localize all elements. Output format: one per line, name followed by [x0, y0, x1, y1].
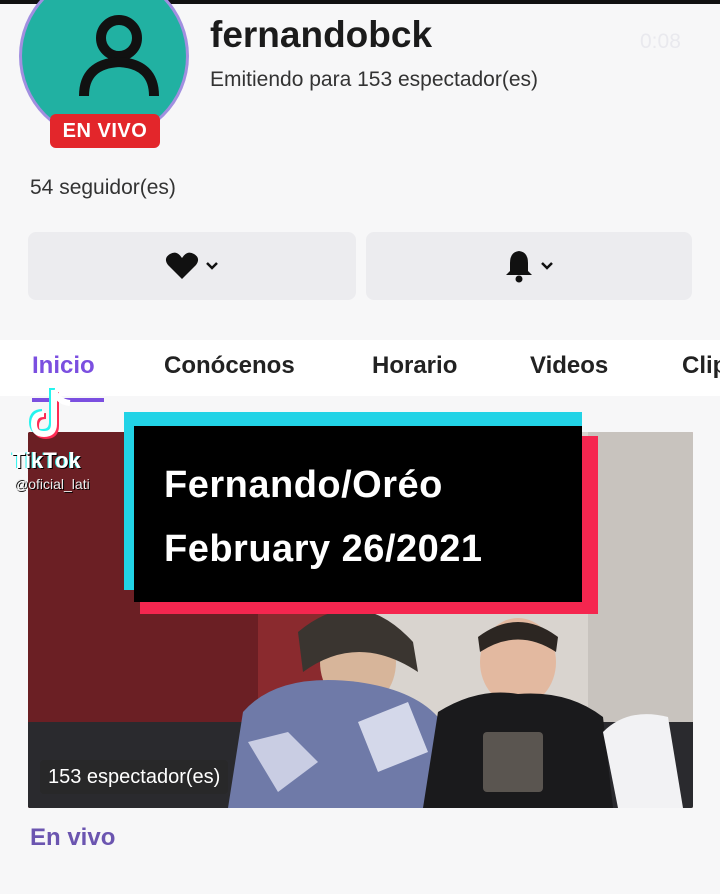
video-viewer-count: 153 espectador(es) [40, 760, 229, 794]
tab-horario[interactable]: Horario [372, 352, 457, 380]
tab-videos[interactable]: Videos [530, 352, 608, 380]
channel-tabs: Inicio Conócenos Horario Videos Clip [0, 340, 720, 402]
tiktok-logo-icon [28, 388, 71, 440]
follow-button[interactable] [28, 232, 356, 300]
live-section-label: En vivo [30, 824, 116, 851]
live-badge: EN VIVO [50, 114, 160, 148]
follower-count: 54 seguidor(es) [30, 176, 176, 199]
video-timer: 0:08 [640, 30, 681, 53]
streaming-viewers-text: Emitiendo para 153 espectador(es) [210, 68, 539, 91]
channel-username[interactable]: fernandobck [210, 14, 432, 56]
caption-line-1: Fernando/Oréo [164, 464, 443, 506]
chevron-down-icon [206, 262, 218, 270]
tiktok-watermark-text: TikTok [12, 448, 81, 473]
chevron-down-icon [541, 262, 553, 270]
heart-icon [165, 252, 199, 279]
notifications-button[interactable] [366, 232, 692, 300]
tiktok-watermark-handle: @oficial_lati [14, 476, 90, 492]
tab-inicio[interactable]: Inicio [32, 352, 95, 380]
bell-icon [506, 251, 532, 283]
tab-conocenos[interactable]: Conócenos [164, 352, 295, 380]
caption-line-2: February 26/2021 [164, 528, 483, 570]
caption-box [134, 426, 582, 602]
tab-clips[interactable]: Clip [682, 352, 720, 380]
